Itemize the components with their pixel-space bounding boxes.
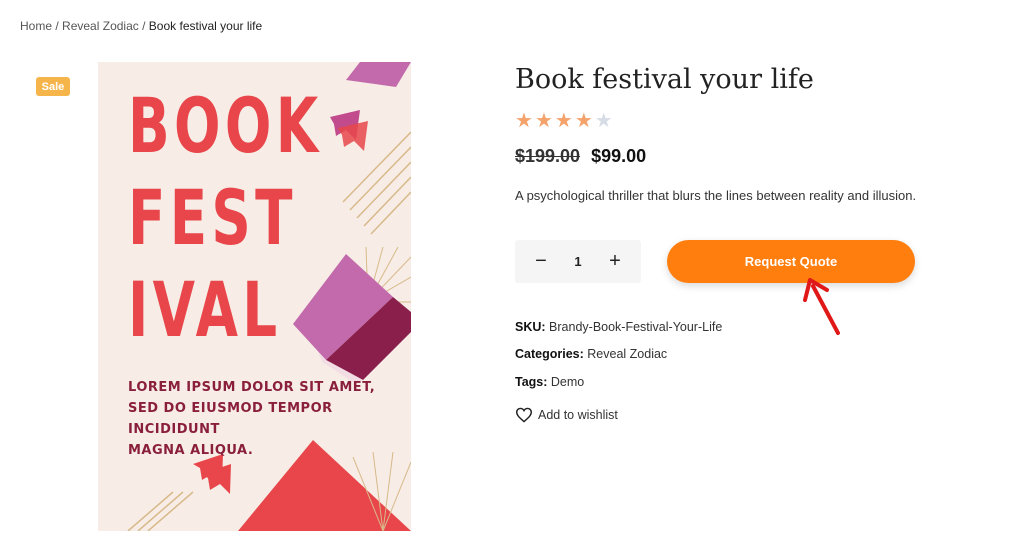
star-icon: ★ [534,110,553,132]
cover-tagline-line: LOREM IPSUM DOLOR SIT AMET, [128,380,376,395]
cover-title-line: IVAL [128,265,282,354]
wishlist-label: Add to wishlist [538,408,618,422]
price: $199.00 $99.00 [515,146,646,167]
cover-tagline-line: SED DO EIUSMOD TEMPOR INCIDIDUNT [128,401,333,437]
product-description: A psychological thriller that blurs the … [515,188,917,203]
categories-label: Categories: [515,347,584,361]
breadcrumb-category[interactable]: Reveal Zodiac [62,19,139,33]
cover-title-line: FEST [128,173,297,262]
breadcrumb-current: Book festival your life [148,19,263,33]
breadcrumb-separator: / [142,19,146,33]
category-link[interactable]: Reveal Zodiac [587,347,667,361]
breadcrumb-home[interactable]: Home [20,19,52,33]
old-price: $199.00 [515,146,581,166]
product-title: Book festival your life [515,64,814,95]
star-icon: ★ [515,110,533,132]
cover-tagline: LOREM IPSUM DOLOR SIT AMET, SED DO EIUSM… [128,377,388,461]
quantity-input[interactable]: 1 [574,254,581,269]
cover-title-line: BOOK [128,81,323,170]
star-icon: ★ [574,110,593,132]
red-arrow-annotation [803,278,840,335]
categories-row: Categories: Reveal Zodiac [515,347,667,361]
tags-label: Tags: [515,375,548,389]
breadcrumb: Home / Reveal Zodiac / Book festival you… [20,19,262,33]
star-rating: ★ ★ ★ ★ ★ [515,110,613,132]
cover-title: BOOK FEST IVAL [128,80,322,356]
tags-row: Tags: Demo [515,375,584,389]
sale-badge: Sale [36,77,70,96]
sku-row: SKU: Brandy-Book-Festival-Your-Life [515,320,722,334]
request-quote-button[interactable]: Request Quote [667,240,915,283]
star-icon: ★ [554,110,573,132]
star-icon: ★ [594,110,613,132]
sku-value: Brandy-Book-Festival-Your-Life [549,320,723,334]
sale-price: $99.00 [591,146,647,166]
quantity-stepper: − 1 + [515,240,641,283]
tag-link[interactable]: Demo [551,375,584,389]
decrease-quantity-button[interactable]: − [531,250,551,273]
heart-icon [515,407,533,423]
sku-label: SKU: [515,320,546,334]
add-to-wishlist-button[interactable]: Add to wishlist [515,407,618,423]
cover-tagline-line: MAGNA ALIQUA. [128,443,254,458]
increase-quantity-button[interactable]: + [605,250,625,273]
product-image[interactable]: BOOK FEST IVAL LOREM IPSUM DOLOR SIT AME… [98,62,411,531]
breadcrumb-separator: / [55,19,59,33]
